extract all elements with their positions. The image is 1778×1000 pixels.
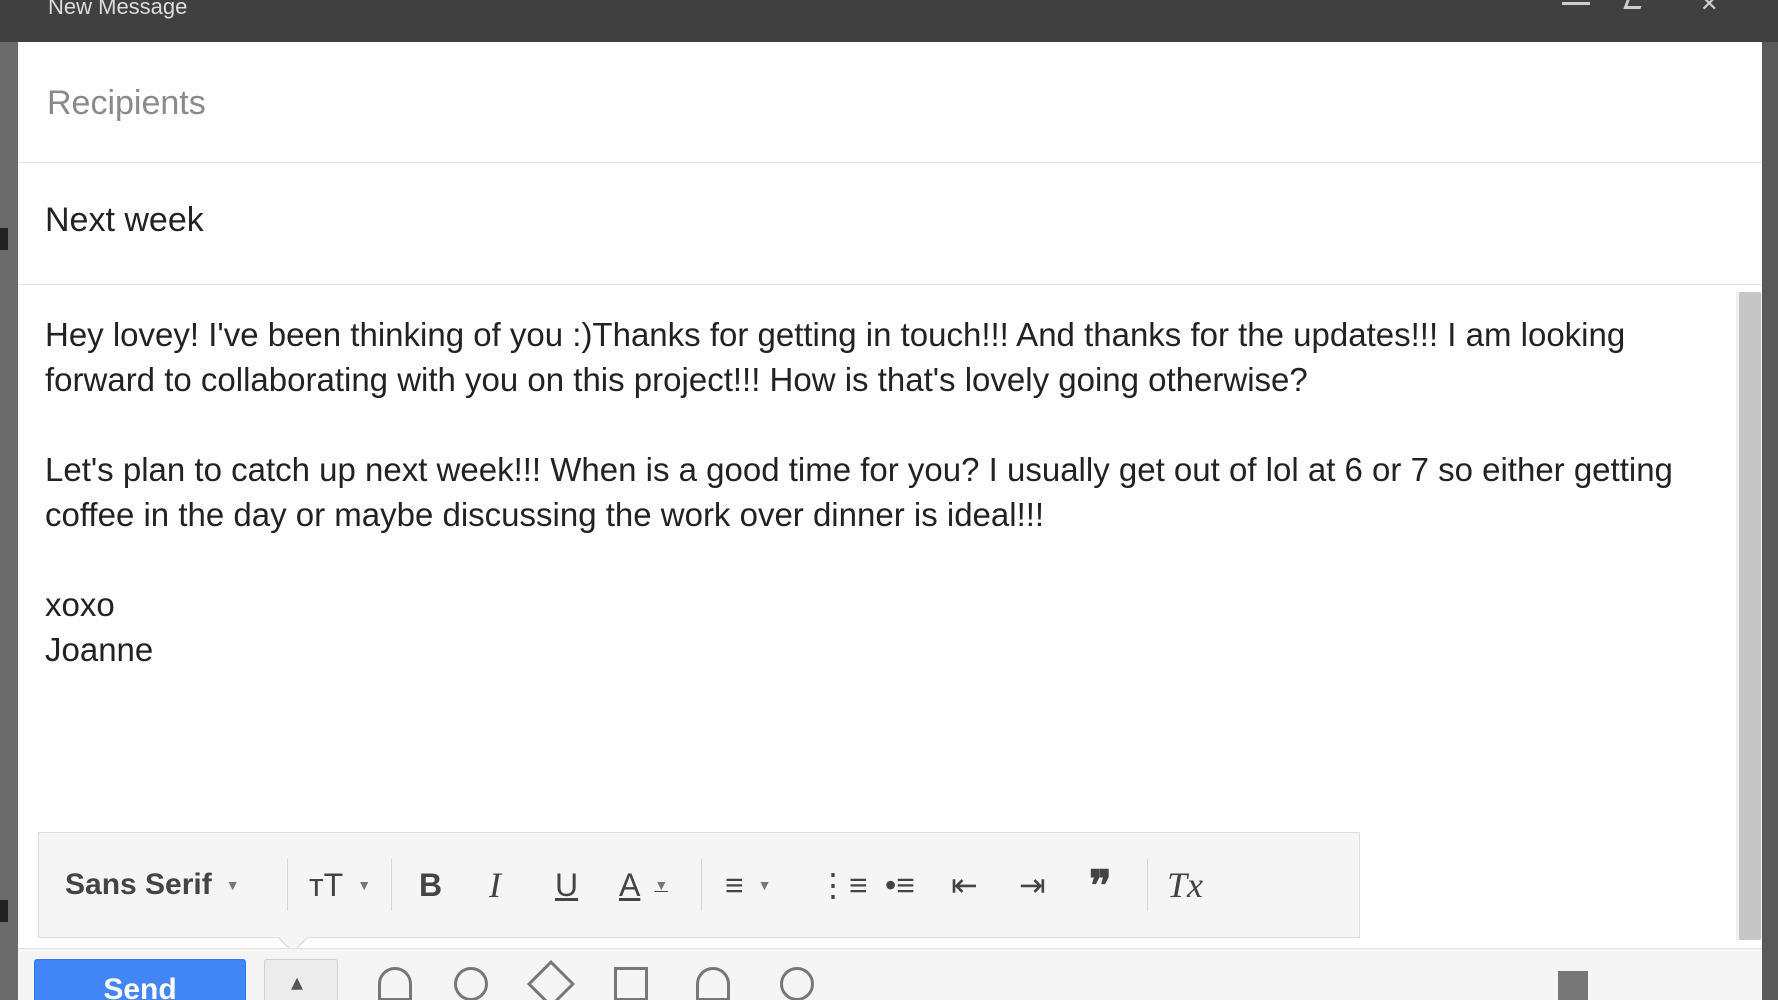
attach-icon[interactable] — [378, 967, 412, 1000]
numbered-list-icon: ⋮≡ — [817, 867, 868, 903]
body-signature: Joanne — [45, 631, 154, 668]
toolbar-divider — [287, 859, 288, 911]
formatting-toolbar: Sans Serif ▼ ᴛT ▼ B I U A ▼ ≡ ▼ ⋮≡ •≡ ⇤ … — [38, 832, 1360, 953]
subject-row[interactable]: Next week — [18, 163, 1762, 285]
photo-icon[interactable] — [614, 967, 648, 1000]
font-size-button[interactable]: ᴛT ▼ — [309, 857, 371, 913]
font-family-label: Sans Serif — [65, 868, 212, 901]
send-button[interactable]: Send — [34, 959, 246, 1000]
chevron-down-icon: ▼ — [357, 877, 372, 893]
chevron-down-icon: ▼ — [654, 877, 669, 893]
body-paragraph: Hey lovey! I've been thinking of you :)T… — [45, 316, 1626, 398]
align-left-icon: ≡ — [725, 866, 744, 903]
text-size-icon: ᴛT — [309, 866, 344, 903]
compose-action-bar: Send ▴ — [18, 948, 1762, 1000]
remove-formatting-icon: Tx — [1167, 865, 1203, 905]
chevron-down-icon: ▼ — [757, 877, 772, 893]
recipients-row — [18, 42, 1762, 163]
text-color-button[interactable]: A ▼ — [619, 857, 668, 913]
bold-icon: B — [419, 866, 443, 903]
minimize-icon[interactable] — [1562, 0, 1590, 5]
quote-button[interactable]: ❞ — [1089, 857, 1112, 913]
bulleted-list-icon: •≡ — [885, 866, 915, 903]
background-fragment — [0, 900, 8, 922]
link-icon[interactable] — [696, 967, 730, 1000]
scrollbar-thumb[interactable] — [1739, 292, 1761, 940]
emoji-icon[interactable] — [780, 967, 814, 1000]
bulleted-list-button[interactable]: •≡ — [885, 857, 915, 913]
toolbar-divider — [391, 859, 392, 911]
toolbar-divider — [1147, 859, 1148, 911]
italic-icon: I — [489, 865, 501, 905]
formatting-options-button[interactable]: ▴ — [264, 959, 338, 1000]
bold-button[interactable]: B — [419, 857, 442, 913]
toolbar-divider — [701, 859, 702, 911]
indent-more-button[interactable]: ⇥ — [1019, 857, 1046, 913]
window-title: New Message — [48, 0, 188, 19]
title-bar: New Message ✕ — [0, 0, 1778, 42]
indent-more-icon: ⇥ — [1019, 867, 1046, 903]
trash-icon[interactable] — [1558, 971, 1588, 1000]
message-body[interactable]: Hey lovey! I've been thinking of you :)T… — [45, 312, 1705, 672]
background-fragment — [0, 228, 8, 250]
underline-icon: U — [555, 866, 579, 903]
italic-button[interactable]: I — [489, 857, 501, 913]
quote-icon: ❞ — [1089, 861, 1112, 909]
subject-input[interactable]: Next week — [45, 201, 204, 240]
close-icon[interactable]: ✕ — [1700, 0, 1728, 15]
remove-formatting-button[interactable]: Tx — [1167, 857, 1203, 913]
drive-icon[interactable] — [454, 967, 488, 1000]
body-signoff: xoxo — [45, 586, 115, 623]
chevron-down-icon: ▼ — [225, 877, 240, 893]
indent-less-button[interactable]: ⇤ — [951, 857, 978, 913]
background-page-edge — [0, 42, 18, 1000]
money-icon[interactable] — [526, 959, 576, 1000]
font-family-dropdown[interactable]: Sans Serif ▼ — [65, 857, 240, 913]
recipients-input[interactable] — [45, 80, 1649, 126]
maximize-icon[interactable] — [1623, 0, 1644, 9]
chevron-up-icon: ▴ — [291, 969, 304, 996]
body-scrollbar[interactable] — [1736, 292, 1762, 940]
underline-button[interactable]: U — [555, 857, 578, 913]
body-paragraph: Let's plan to catch up next week!!! When… — [45, 451, 1673, 533]
align-button[interactable]: ≡ ▼ — [725, 857, 772, 913]
gmail-compose-window: New Message ✕ Next week Hey lovey! I've … — [0, 0, 1778, 1000]
numbered-list-button[interactable]: ⋮≡ — [817, 857, 868, 913]
compose-panel: Next week Hey lovey! I've been thinking … — [18, 42, 1762, 1000]
indent-less-icon: ⇤ — [951, 867, 978, 903]
text-color-icon: A — [619, 866, 641, 903]
